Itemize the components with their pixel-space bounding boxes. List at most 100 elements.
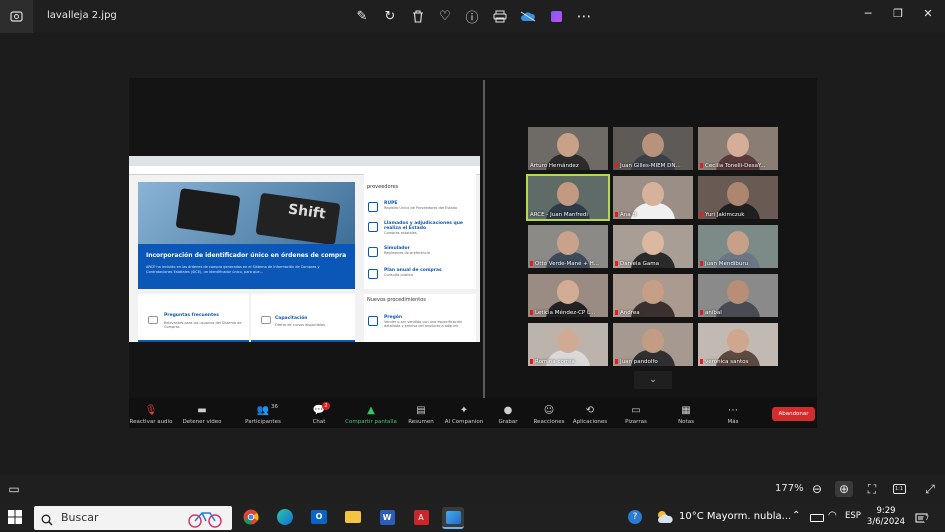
windows-start-icon[interactable] [6,508,24,526]
participant-name: Andrea [620,310,640,316]
participant-face [727,133,749,157]
participant-name: Juan Mendiburu [705,261,749,267]
card-faq[interactable]: Preguntas frecuentes Relevantes para los… [138,294,249,342]
actual-size-icon[interactable]: 1:1 [890,481,908,497]
wifi-icon[interactable]: ◠ [828,510,837,521]
participant-tile[interactable]: Arturo Hernández [528,127,608,170]
minimize-button[interactable]: ─ [856,4,880,22]
onedrive-icon[interactable] [520,8,536,24]
participant-tile[interactable]: Juan Gilles-MIEM DN... [613,127,693,170]
rotate-icon[interactable]: ↻ [382,8,398,24]
toolbar-button-chat[interactable]: 💬 2 Chat [289,400,349,430]
file-explorer-icon[interactable] [342,507,364,527]
zoom-in-icon[interactable]: ⊕ [835,481,853,497]
participant-tile[interactable]: anibal [698,274,778,317]
clipchamp-icon[interactable] [548,8,564,24]
record-icon: ● [503,405,513,416]
participant-face [727,182,749,206]
taskbar-search[interactable]: Buscar [34,506,232,530]
participant-face [642,280,664,304]
participant-tile[interactable]: ARCE - Juan Manfredi [526,174,610,221]
participant-name: Cecilia Tonelli-DesaY... [705,163,766,169]
muted-mic-icon [615,310,618,315]
toolbar-label: Detener video [182,419,222,425]
weather-icon[interactable] [654,507,676,527]
photos-app-icon[interactable] [0,0,33,33]
file-name: lavalleja 2.jpg [47,10,117,21]
card-training[interactable]: Capacitación Oferta de cursos disponible… [251,294,355,342]
participant-count: 36 [271,404,278,410]
participant-tile[interactable]: verónica santos [698,323,778,366]
side-item-calls[interactable]: Llamados y adjudicaciones que realiza el… [384,221,474,235]
muted-mic-icon [700,163,703,168]
outlook-icon[interactable]: O [308,507,330,527]
toolbar-label: Resumen [408,419,434,425]
more-icon[interactable]: ⋯ [576,7,592,25]
participant-tile[interactable]: Leticia Méndez-CP L... [528,274,608,317]
favorite-icon[interactable]: ♡ [437,8,453,24]
chat-badge: 2 [322,402,330,410]
video-icon: ▬ [197,405,207,416]
muted-mic-icon [615,261,618,266]
participant-face [642,182,664,206]
participant-name: Otto Verde-Mané + H... [535,261,599,267]
filmstrip-icon[interactable]: ▭ [5,481,23,497]
hero-image: Shift [138,182,355,246]
participant-tile[interactable]: Andrea [613,274,693,317]
participant-tile[interactable]: Ana H [613,176,693,219]
zoom-out-icon[interactable]: ⊖ [808,481,826,497]
acrobat-icon[interactable]: A [410,507,432,527]
participant-tile[interactable]: Yuri Jakimczuk [698,176,778,219]
keyboard-key [175,188,241,236]
search-placeholder: Buscar [61,511,99,524]
participant-name: Arturo Hernández [530,163,579,169]
participant-tile[interactable]: Romina correa [528,323,608,366]
fullscreen-icon[interactable]: ⤢ [921,481,939,497]
hero-title: Incorporación de identificador único en … [146,252,347,259]
participant-tile[interactable]: Cecilia Tonelli-DesaY... [698,127,778,170]
info-icon[interactable]: ⓘ [464,8,480,26]
muted-mic-icon [615,212,618,217]
collapse-gallery-button[interactable]: ⌄ [634,371,672,389]
participant-tile[interactable]: Otto Verde-Mané + H... [528,225,608,268]
toolbar-button-video[interactable]: ▬ Detener video [172,400,232,430]
clock[interactable]: 9:29 3/6/2024 [866,506,906,528]
notifications-icon[interactable]: 7 [915,510,931,523]
language-indicator[interactable]: ESP [845,511,861,521]
restore-button[interactable]: ❐ [886,4,910,22]
muted-mic-icon [700,310,703,315]
clock-time: 9:29 [876,506,896,516]
new-procedures-panel: Nuevos procedimientos Pregón Vender o se… [364,294,476,342]
participant-name: Juan pandolfo [620,359,658,365]
help-icon[interactable]: ? [624,507,646,527]
card-title: Preguntas frecuentes [164,313,219,318]
notification-count: 7 [923,515,931,523]
fit-window-icon[interactable]: ⛶ [863,481,881,497]
weather-text[interactable]: 10°C Mayorm. nubla... [679,511,791,522]
side-item-simulator[interactable]: Simulador Regímenes de preferencia [384,246,474,255]
side-item-rupe[interactable]: RUPE Registro Único de Proveedores del E… [384,201,474,210]
side-item-pregon[interactable]: Pregón Vender o ser vendido con una espe… [384,315,474,328]
chrome-icon[interactable] [240,507,262,527]
word-icon[interactable]: W [376,507,398,527]
tray-chevron-icon[interactable]: ⌃ [792,510,800,521]
print-icon[interactable] [492,8,508,24]
photos-taskbar-icon[interactable] [442,507,464,529]
hero-banner[interactable]: Incorporación de identificador único en … [138,244,355,289]
muted-mic-icon [700,261,703,266]
participant-face [642,133,664,157]
toolbar-button-participants[interactable]: 👥 36 Participantes [233,400,293,430]
participant-tile[interactable]: Daniela Gama [613,225,693,268]
leave-button[interactable]: Abandonar [772,407,815,421]
participant-tile[interactable]: Juan pandolfo [613,323,693,366]
edit-icon[interactable]: ✎ [354,8,370,24]
side-item-plan[interactable]: Plan anual de compras Consulta pública [384,268,474,277]
toolbar-button-more[interactable]: ⋯ Más [703,400,763,430]
participant-tile[interactable]: Juan Mendiburu [698,225,778,268]
clock-date: 3/6/2024 [866,517,906,527]
delete-icon[interactable] [410,8,426,24]
close-button[interactable]: ✕ [916,4,940,22]
battery-icon[interactable] [810,514,824,522]
search-icon [41,511,53,530]
edge-icon[interactable] [274,507,296,527]
